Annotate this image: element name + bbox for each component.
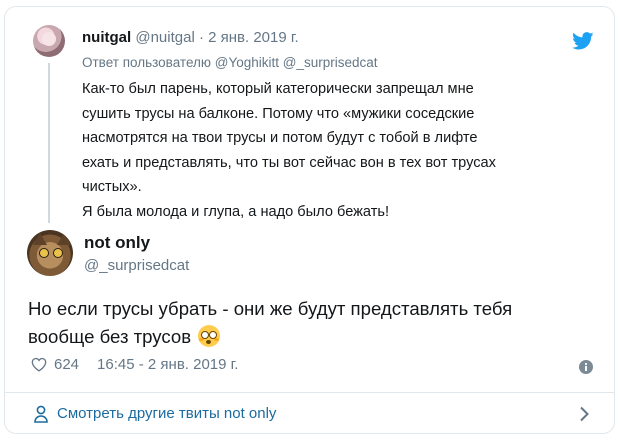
main-text-line: вообще без трусов (28, 326, 192, 347)
more-tweets-link[interactable]: Смотреть другие твиты not only (5, 393, 614, 433)
like-count[interactable]: 624 (54, 356, 79, 373)
more-tweets-label[interactable]: Смотреть другие твиты not only (57, 405, 276, 422)
heart-icon[interactable] (31, 357, 47, 372)
parent-text-line: насмотрятся на твои трусы и потом будут … (82, 130, 478, 147)
parent-date[interactable]: 2 янв. 2019 г. (208, 29, 299, 46)
chevron-right-icon[interactable] (579, 406, 589, 422)
main-tweet-text: Но если трусы убрать - они же будут пред… (28, 295, 598, 351)
parent-text-line: Я была молода и глупа, а надо было бежат… (82, 203, 390, 220)
thread-connector-line (48, 63, 50, 223)
parent-text-line: чистых». (82, 179, 142, 196)
flushed-face-emoji-icon (198, 325, 221, 347)
parent-text-line: ехать и представлять, что ты вот сейчас … (82, 154, 496, 171)
tweet-timestamp[interactable]: 16:45 - 2 янв. 2019 г. (97, 356, 238, 373)
parent-avatar[interactable] (33, 25, 65, 57)
parent-tweet-text: Как-то был парень, который категорически… (82, 77, 602, 225)
embedded-tweet-card: nuitgal @nuitgal · 2 янв. 2019 г. Ответ … (4, 6, 615, 434)
author-handle[interactable]: @_surprisedcat (84, 257, 189, 274)
twitter-bird-icon[interactable] (572, 32, 594, 50)
parent-text-line: сушить трусы на балконе. Потому что «муж… (82, 105, 475, 122)
parent-display-name[interactable]: nuitgal (82, 29, 131, 46)
author-display-name[interactable]: not only (84, 233, 150, 253)
parent-separator: · (194, 29, 209, 46)
person-icon (34, 405, 48, 423)
tweet-footer: 624 16:45 - 2 янв. 2019 г. (31, 356, 238, 373)
parent-tweet[interactable]: nuitgal @nuitgal · 2 янв. 2019 г. Ответ … (5, 7, 614, 232)
parent-text-line: Как-то был парень, который категорически… (82, 81, 474, 97)
parent-handle[interactable]: @nuitgal (135, 29, 194, 46)
parent-header: nuitgal @nuitgal · 2 янв. 2019 г. (82, 29, 299, 46)
info-icon[interactable] (579, 360, 593, 374)
reply-to-label[interactable]: Ответ пользователю @Yoghikitt @_surprise… (82, 55, 378, 70)
main-text-line: Но если трусы убрать - они же будут пред… (28, 298, 513, 319)
author-avatar[interactable] (27, 230, 73, 276)
